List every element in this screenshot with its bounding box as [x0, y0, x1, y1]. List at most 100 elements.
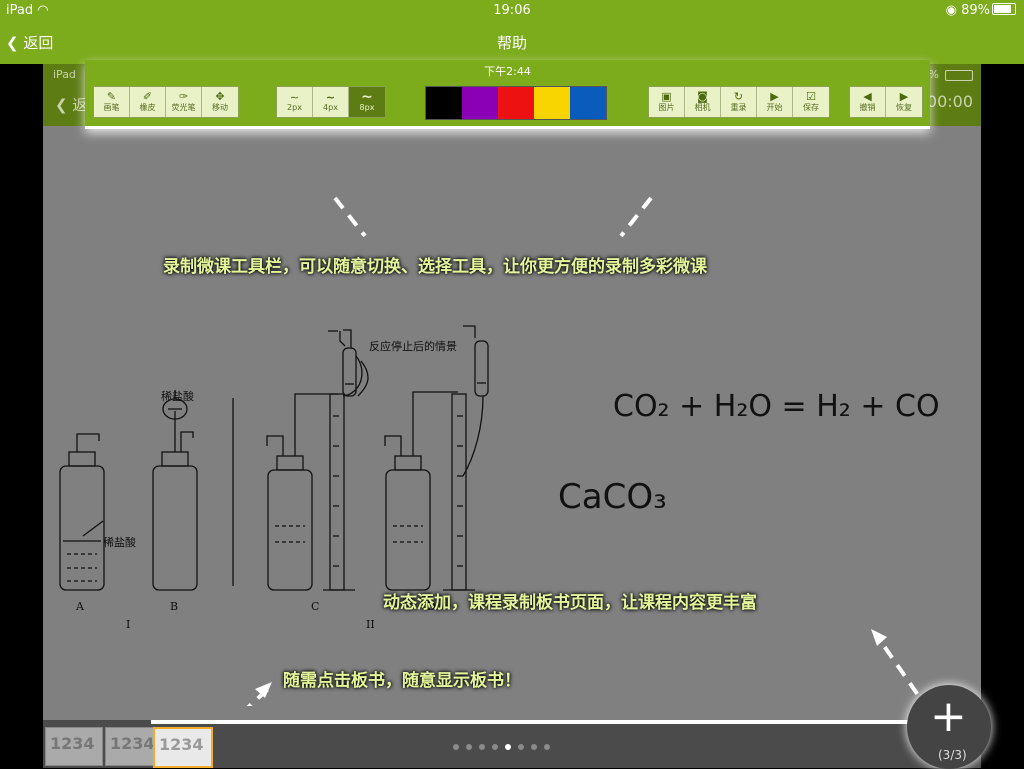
page-dot: [531, 744, 537, 750]
thick-stroke-icon: ∼: [361, 89, 373, 105]
save-button[interactable]: ☑ 保存: [793, 87, 829, 117]
camera-button[interactable]: ◙ 相机: [685, 87, 721, 117]
width-4px-label: 4px: [323, 103, 338, 112]
move-icon: ✥: [215, 90, 225, 103]
play-icon: ▶: [770, 90, 779, 103]
page-counter: (3/3): [938, 748, 967, 762]
width-8px-label: 8px: [359, 103, 375, 112]
orientation-lock-icon: ◉: [945, 3, 957, 18]
inner-back: ❮ 返: [55, 96, 88, 114]
board-drawing: 稀盐酸 稀盐酸 反应停止后的情景 A B C D I II CO₂ + H₂O …: [59, 196, 940, 706]
letter-c: C: [311, 600, 319, 613]
page-dot-current: [505, 744, 511, 750]
inner-device-label: iPad: [53, 68, 76, 81]
width-4px-button[interactable]: ∼ 4px: [313, 87, 349, 117]
formula-text: CaCO₃: [558, 477, 667, 517]
recording-toolbar: 下午2:44 ✎ 画笔 ✐ 橡皮 ✑ 荧光笔 ✥ 移动 ∼ 2px ∼ 4px ∼ 8px ▣…: [85, 60, 930, 129]
rerecord-button[interactable]: ↻ 重录: [721, 87, 757, 117]
thumbnail-tip: 随需点击板书，随意显示板书！: [283, 671, 521, 691]
undo-label: 撤销: [859, 103, 876, 112]
roman-two: II: [366, 618, 375, 631]
acid-label-a: 稀盐酸: [103, 535, 136, 549]
page-dot: [544, 744, 550, 750]
refresh-icon: ↻: [733, 90, 744, 103]
help-screenshot: iPad ❮ 返 8% 00:00 稀盐酸 稀盐酸 反应停止后的情景 A B C…: [43, 64, 981, 768]
color-black-swatch[interactable]: [426, 87, 462, 119]
inner-clock: 下午2:44: [484, 65, 531, 78]
battery-percent: 89%: [961, 3, 990, 18]
battery-indicator: ◉ 89%: [946, 3, 1016, 18]
thumbnail-text: 1234: [110, 734, 155, 753]
highlighter-icon: ✑: [178, 90, 189, 103]
width-8px-button[interactable]: ∼ 8px: [349, 87, 385, 117]
page-dot: [479, 744, 485, 750]
letter-a: A: [75, 600, 85, 613]
pencil-icon: ✎: [106, 90, 117, 103]
add-page-tip: 动态添加，课程录制板书页面，让课程内容更丰富: [383, 593, 757, 613]
page-dot: [466, 744, 472, 750]
page-dot: [453, 744, 459, 750]
scene-label: 反应停止后的情景: [369, 339, 457, 353]
acid-label-b: 稀盐酸: [161, 389, 194, 403]
stroke-width-selector: ∼ 2px ∼ 4px ∼ 8px: [276, 86, 386, 118]
save-icon: ☑: [806, 90, 816, 103]
highlighter-button[interactable]: ✑ 荧光笔: [166, 87, 202, 117]
eraser-button[interactable]: ✐ 橡皮: [130, 87, 166, 117]
thumbnail-text: 1234: [50, 734, 95, 753]
navigation-bar: ❮ 返回 帮助: [0, 22, 1024, 64]
image-button[interactable]: ▣ 图片: [649, 87, 685, 117]
thin-stroke-icon: ∼: [289, 91, 300, 104]
width-2px-button[interactable]: ∼ 2px: [277, 87, 313, 117]
page-title: 帮助: [496, 34, 527, 52]
color-purple-swatch[interactable]: [462, 87, 498, 119]
redo-label: 恢复: [896, 103, 912, 112]
eraser-label: 橡皮: [139, 103, 156, 112]
clock: 19:06: [493, 3, 531, 18]
handwriting: CO₂ + H₂O = H₂ + CO CaCO₃: [558, 389, 940, 517]
recording-timer: 00:00: [926, 92, 973, 111]
color-red-swatch[interactable]: [498, 87, 534, 119]
camera-label: 相机: [694, 103, 711, 112]
pencil-label: 画笔: [103, 103, 120, 112]
move-label: 移动: [212, 103, 228, 112]
color-blue-swatch[interactable]: [570, 87, 606, 119]
color-palette: [425, 86, 607, 120]
undo-button[interactable]: ◀ 撤销: [850, 87, 886, 117]
page-indicator[interactable]: [453, 744, 550, 750]
thumbnail-bar-highlight: [151, 720, 981, 724]
image-label: 图片: [658, 103, 675, 112]
recording-actions: ▣ 图片 ◙ 相机 ↻ 重录 ▶ 开始 ☑ 保存: [648, 86, 830, 118]
plus-icon: +: [930, 691, 967, 742]
rerecord-label: 重录: [730, 103, 747, 112]
battery-icon: [992, 3, 1016, 15]
status-bar: iPad ◠ 19:06 ◉ 89%: [0, 0, 1024, 22]
highlighter-label: 荧光笔: [171, 103, 196, 112]
toolbar-tip: 录制微课工具栏，可以随意切换、选择工具，让你更方便的录制多彩微课: [163, 257, 707, 277]
save-label: 保存: [803, 103, 819, 112]
page-thumbnail-bar: 1234 1234 1234: [43, 720, 981, 768]
lab-apparatus-diagram: [59, 325, 489, 591]
page-dot: [518, 744, 524, 750]
pencil-button[interactable]: ✎ 画笔: [94, 87, 130, 117]
whiteboard[interactable]: 稀盐酸 稀盐酸 反应停止后的情景 A B C D I II CO₂ + H₂O …: [43, 126, 981, 706]
eraser-icon: ✐: [142, 90, 153, 103]
start-label: 开始: [766, 103, 783, 112]
redo-button[interactable]: ▶ 恢复: [886, 87, 922, 117]
inner-battery-icon: [945, 70, 973, 81]
image-icon: ▣: [661, 90, 672, 103]
start-button[interactable]: ▶ 开始: [757, 87, 793, 117]
history-controls: ◀ 撤销 ▶ 恢复: [849, 86, 923, 118]
move-button[interactable]: ✥ 移动: [202, 87, 238, 117]
undo-icon: ◀: [863, 90, 872, 103]
width-2px-label: 2px: [287, 103, 302, 112]
page-dot: [492, 744, 498, 750]
page-thumbnail[interactable]: 1234: [45, 727, 103, 766]
camera-icon: ◙: [697, 90, 708, 103]
medium-stroke-icon: ∼: [325, 91, 336, 104]
roman-one: I: [126, 618, 130, 631]
drawing-tools: ✎ 画笔 ✐ 橡皮 ✑ 荧光笔 ✥ 移动: [93, 86, 239, 118]
thumbnail-text: 1234: [159, 735, 204, 754]
add-page-button[interactable]: + (3/3): [907, 685, 991, 769]
page-thumbnail-active[interactable]: 1234: [153, 727, 213, 768]
color-yellow-swatch[interactable]: [534, 87, 570, 119]
